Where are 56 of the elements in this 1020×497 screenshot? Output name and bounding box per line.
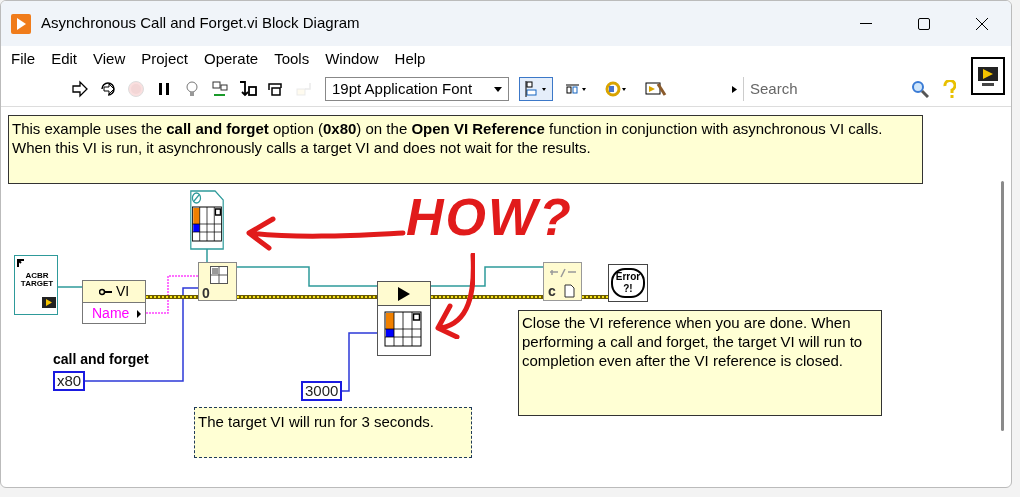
reorder-icon [605,80,627,98]
font-dropdown[interactable]: 19pt Application Font [325,77,509,101]
vi-reference-icon [190,190,224,250]
comment-text: Close the VI reference when you are done. When performing a call and forget, the target VI will run to completion even after the VI reference is closed. [522,313,864,370]
constant-label: call and forget [53,350,149,369]
window-title: Asynchronous Call and Forget.vi Block Diagram [41,13,360,34]
vi-icon [971,57,1005,95]
broom-icon [645,80,667,98]
align-icon [525,80,547,98]
close-icon [976,17,988,30]
key-icon [98,286,113,297]
stop-sign-icon [127,80,145,98]
reference-label: ACBR TARGET [19,272,55,288]
menu-item[interactable]: Tools [266,47,318,71]
reference-symbols-icon [548,268,578,278]
menu-item[interactable]: Edit [43,47,86,71]
menu-item[interactable]: Project [133,47,196,71]
document-icon [564,284,575,298]
run-continuous-icon [99,80,117,98]
caret-icon [494,86,502,92]
play-icon [398,286,410,301]
numeric-constant: 3000 [301,381,343,401]
light-bulb-icon [183,80,201,98]
expand-arrow-icon [732,85,737,93]
run-arrow-icon [71,80,89,98]
class-label: VI [115,282,130,301]
step-over-icon [267,80,285,98]
close-label: c [548,282,556,301]
comment-text: The target VI will run for 3 seconds. [198,412,435,431]
maximize-icon [918,17,930,30]
vertical-scrollbar[interactable] [1001,181,1004,431]
string-wire [145,275,199,314]
menu-item[interactable]: Operate [195,47,267,71]
search-icon [911,80,929,98]
menu-item[interactable]: File [3,47,44,71]
probe-icon [211,80,229,98]
comment-text: This example uses the call and forget option (0x80) on the Open VI Reference function in conjunction with asynchronous VI calls. [12,119,884,138]
connector-pane-icon [384,311,422,347]
comment-text: When this VI is run, it asynchronously calls a target VI and does not wait for the results. [12,138,592,157]
app-logo-icon [11,13,31,34]
handwritten-note: HOW? [406,191,573,243]
menu-item[interactable]: Help [386,47,434,71]
help-icon [942,80,956,98]
numeric-constant: x80 [53,371,86,391]
vi-grid-icon [210,266,228,284]
menu-item[interactable]: Window [317,47,387,71]
menu-item[interactable]: View [85,47,134,71]
shortcut-arrow-icon [16,257,26,267]
step-into-icon [239,80,257,98]
error-label: Error ?! [611,268,645,298]
align-button[interactable] [519,77,553,101]
output-arrow-icon [137,309,142,318]
minimize-icon [860,22,872,25]
option-label: 0 [202,284,210,303]
property-label: Name [92,304,130,323]
vi-icon [41,296,57,309]
